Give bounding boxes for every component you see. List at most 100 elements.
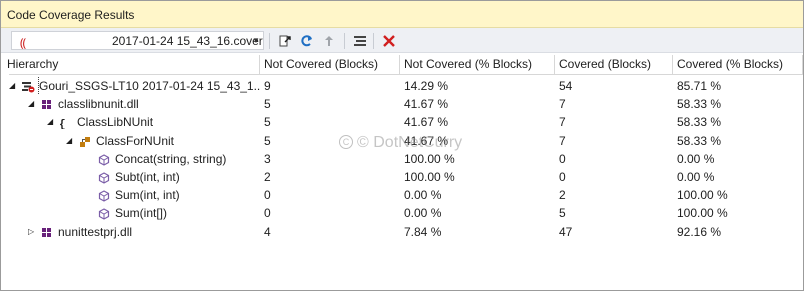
covered-blocks-cell: 47: [559, 224, 573, 239]
covered-pct-cell: 58.33 %: [677, 97, 722, 112]
hierarchy-cell: ◢ { } ClassLibNUnit: [1, 113, 260, 131]
show-coloring-button[interactable]: [351, 31, 369, 50]
collapse-arrow-icon[interactable]: ◢: [66, 136, 74, 145]
export-results-button[interactable]: [320, 31, 338, 50]
coverage-result-select[interactable]: ⸨ 2017-01-24 15_43_16.cover ▼: [11, 31, 264, 50]
hierarchy-label: Subt(int, int): [115, 170, 180, 184]
covered-blocks-cell: 7: [559, 133, 566, 148]
tree-row[interactable]: Sum(int[]) 0 0.00 % 5 100.00 %: [9, 204, 803, 222]
export-results-icon: [325, 35, 333, 46]
covered-pct-cell: 85.71 %: [677, 79, 722, 93]
hierarchy-cell: ◢ ClassForNUnit: [1, 132, 260, 150]
result-prefix: ⸨: [20, 36, 27, 50]
not-covered-blocks-cell: 5: [264, 133, 271, 148]
hierarchy-cell: ◢ Gouri_SSGS-LT10 2017-01-24 15_43_1...: [1, 77, 260, 95]
covered-pct-cell: 100.00 %: [677, 188, 728, 203]
not-covered-pct-cell: 0.00 %: [404, 206, 442, 221]
not-covered-pct-cell: 14.29 %: [404, 79, 449, 93]
hierarchy-cell: Sum(int, int): [1, 186, 260, 204]
not-covered-blocks-cell: 5: [264, 115, 271, 130]
method-icon: [97, 153, 111, 166]
method-icon: [97, 171, 111, 184]
not-covered-blocks-cell: 0: [264, 188, 271, 203]
not-covered-blocks-cell: 9: [264, 79, 271, 93]
not-covered-blocks-cell: 0: [264, 206, 271, 221]
hierarchy-cell: ◢ classlibnunit.dll: [1, 95, 260, 113]
code-coverage-window: Code Coverage Results ⸨ 2017-01-24 15_43…: [0, 0, 804, 291]
collapse-arrow-icon[interactable]: ◢: [28, 100, 36, 108]
watermark-text: © DotNetCurry: [357, 134, 463, 151]
refresh-icon: [301, 34, 312, 46]
hierarchy-label: Gouri_SSGS-LT10 2017-01-24 15_43_1...: [38, 77, 260, 95]
covered-blocks-cell: 7: [559, 97, 566, 112]
method-icon: [97, 189, 111, 202]
not-covered-pct-cell: 41.67 %: [404, 97, 449, 112]
tree-row[interactable]: Sum(int, int) 0 0.00 % 2 100.00 %: [9, 186, 803, 204]
watermark: C © DotNetCurry: [339, 134, 462, 152]
column-header-hierarchy[interactable]: Hierarchy: [1, 55, 260, 75]
toolbar-separator: [269, 33, 270, 49]
hierarchy-label: nunittestprj.dll: [58, 224, 133, 239]
coverage-grid: Hierarchy Not Covered (Blocks) Not Cover…: [7, 55, 803, 291]
covered-pct-cell: 92.16 %: [677, 224, 722, 239]
covered-blocks-cell: 54: [559, 79, 573, 93]
assembly-icon: [40, 226, 54, 238]
hierarchy-label: Concat(string, string): [115, 151, 227, 166]
collapse-arrow-icon[interactable]: ◢: [47, 118, 55, 126]
window-title: Code Coverage Results: [7, 8, 135, 22]
hierarchy-label: ClassLibNUnit: [77, 115, 154, 130]
not-covered-blocks-cell: 2: [264, 170, 271, 184]
column-header-not-covered-pct[interactable]: Not Covered (% Blocks): [400, 55, 555, 75]
import-results-icon: [279, 35, 291, 46]
tree-row[interactable]: ◢ Gouri_SSGS-LT10 2017-01-24 15_43_1... 9 1…: [9, 77, 803, 95]
tree-row[interactable]: ◢ classlibnunit.dll 5 41.67 % 7 58.33 %: [9, 95, 803, 113]
collapse-arrow-icon[interactable]: ◢: [9, 82, 17, 90]
covered-pct-cell: 0.00 %: [677, 151, 715, 166]
hierarchy-label: ClassForNUnit: [96, 133, 175, 148]
covered-blocks-cell: 2: [559, 188, 566, 203]
dropdown-arrow-icon[interactable]: ▼: [249, 32, 263, 49]
not-covered-blocks-cell: 3: [264, 151, 271, 166]
result-select-value: 2017-01-24 15_43_16.cover: [112, 34, 263, 48]
not-covered-pct-cell: 7.84 %: [404, 224, 442, 239]
tree-row[interactable]: ▷ nunittestprj.dll 4 7.84 % 47 92.16 %: [9, 223, 803, 241]
covered-blocks-cell: 7: [559, 115, 566, 130]
hierarchy-label: classlibnunit.dll: [58, 97, 139, 112]
hierarchy-cell: Subt(int, int): [1, 168, 260, 186]
remove-result-icon: [383, 34, 395, 47]
not-covered-pct-cell: 100.00 %: [404, 170, 455, 184]
column-header-not-covered-blocks[interactable]: Not Covered (Blocks): [260, 55, 400, 75]
toolbar-separator: [373, 33, 374, 49]
tree-row[interactable]: Concat(string, string) 3 100.00 % 0 0.00 %: [9, 150, 803, 168]
tree-row[interactable]: Subt(int, int) 2 100.00 % 0 0.00 %: [9, 168, 803, 186]
import-results-button[interactable]: [276, 31, 294, 50]
class-icon: [78, 135, 92, 147]
hierarchy-label: Sum(int[]): [115, 206, 168, 221]
covered-pct-cell: 0.00 %: [677, 170, 715, 184]
hierarchy-cell: Sum(int[]): [1, 204, 260, 222]
grid-header: Hierarchy Not Covered (Blocks) Not Cover…: [7, 55, 803, 75]
remove-result-button[interactable]: [380, 31, 398, 50]
covered-blocks-cell: 0: [559, 151, 566, 166]
not-covered-pct-cell: 0.00 %: [404, 188, 442, 203]
covered-pct-cell: 58.33 %: [677, 133, 722, 148]
show-coloring-icon: [354, 35, 366, 46]
not-covered-pct-cell: 100.00 %: [404, 151, 455, 166]
coverage-result-icon: [21, 80, 35, 93]
not-covered-pct-cell: 41.67 %: [404, 115, 449, 130]
toolbar: ⸨ 2017-01-24 15_43_16.cover ▼: [1, 28, 803, 53]
svg-text:{ }: { }: [59, 119, 73, 129]
assembly-icon: [40, 98, 54, 110]
column-header-covered-blocks[interactable]: Covered (Blocks): [555, 55, 673, 75]
toolbar-separator: [344, 33, 345, 49]
namespace-icon: { }: [59, 116, 79, 131]
window-titlebar: Code Coverage Results: [1, 1, 803, 28]
covered-pct-cell: 58.33 %: [677, 115, 722, 130]
hierarchy-label: Sum(int, int): [115, 188, 180, 203]
tree-row[interactable]: ◢ { } ClassLibNUnit 5 41.67 % 7 58.33 %: [9, 113, 803, 131]
method-icon: [97, 207, 111, 221]
column-header-covered-pct[interactable]: Covered (% Blocks): [673, 55, 803, 75]
covered-blocks-cell: 5: [559, 206, 566, 221]
refresh-button[interactable]: [298, 31, 316, 50]
expand-arrow-icon[interactable]: ▷: [28, 227, 36, 236]
